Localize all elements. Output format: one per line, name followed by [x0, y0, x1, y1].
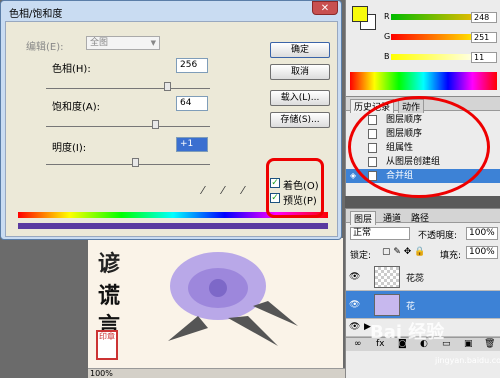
eyedropper-plus-icon[interactable]: ⁄	[222, 184, 224, 197]
opacity-label: 不透明度:	[418, 231, 458, 241]
color-spectrum[interactable]	[350, 72, 497, 90]
color-panel: R 248 G 251 B 11	[345, 0, 500, 96]
zoom-level[interactable]: 100%	[90, 369, 113, 378]
status-bar: 100%	[88, 368, 345, 378]
r-slider[interactable]	[391, 14, 483, 20]
saturation-slider-track[interactable]	[46, 126, 210, 127]
photoshop-window: 谚 谎 言 印章 100% 色相/饱和度 ✕ 编辑(E): 全图 ▼ 色相(H)…	[0, 0, 500, 378]
layer-name: 花蕊	[406, 274, 425, 284]
r-label: R	[384, 12, 390, 21]
red-seal: 印章	[96, 330, 118, 360]
edit-label: 编辑(E):	[26, 42, 64, 53]
layer-row-selected[interactable]: 👁 花	[346, 291, 500, 319]
save-button[interactable]: 存储(S)...	[270, 112, 330, 128]
g-label: G	[384, 32, 391, 41]
hue-result-bar	[18, 223, 328, 229]
eye-icon[interactable]: 👁	[349, 272, 360, 282]
dialog-title: 色相/饱和度	[9, 9, 63, 20]
flower-stamen	[209, 279, 227, 297]
lightness-label: 明度(I):	[52, 143, 87, 154]
new-layer-icon[interactable]: ▣	[464, 339, 473, 349]
red-annotation-box	[266, 158, 324, 218]
lightness-slider-track[interactable]	[46, 164, 210, 165]
foreground-color-swatch-front	[352, 6, 368, 22]
lock-icons[interactable]: ▢ ✎ ✥ 🔒	[382, 247, 425, 257]
r-value[interactable]: 248	[471, 12, 497, 23]
edit-select[interactable]: 全图 ▼	[86, 36, 160, 50]
lock-label: 锁定:	[350, 251, 372, 261]
opacity-input[interactable]: 100%	[466, 227, 498, 240]
edit-select-value: 全图	[90, 38, 109, 48]
peony-image	[168, 252, 298, 346]
layer-name: 花	[406, 302, 416, 312]
lightness-input[interactable]: +1	[176, 137, 208, 152]
eyedropper-icon[interactable]: ⁄	[202, 184, 204, 197]
hue-slider-track[interactable]	[46, 88, 210, 89]
canvas-char-1: 谎	[98, 283, 121, 309]
watermark-url: jingyan.baidu.com	[435, 356, 500, 365]
tab-layers[interactable]: 图层	[350, 211, 377, 225]
hue-input[interactable]: 256	[176, 58, 208, 73]
saturation-slider-thumb[interactable]	[152, 120, 159, 129]
layer-thumbnail	[374, 266, 400, 288]
fill-input[interactable]: 100%	[466, 246, 498, 259]
trash-icon[interactable]: 🗑	[484, 339, 495, 349]
eye-icon[interactable]: 👁	[349, 322, 360, 332]
g-value[interactable]: 251	[471, 32, 497, 43]
saturation-label: 饱和度(A):	[52, 102, 101, 113]
ok-button[interactable]: 确定	[270, 42, 330, 58]
layers-panel: 图层 通道 路径 正常 不透明度: 100% 锁定: ▢ ✎ ✥ 🔒 填充: 1…	[345, 208, 500, 378]
g-slider[interactable]	[391, 34, 483, 40]
saturation-input[interactable]: 64	[176, 96, 208, 111]
red-annotation-ellipse	[348, 96, 490, 198]
hue-slider-thumb[interactable]	[164, 82, 171, 91]
b-slider[interactable]	[391, 54, 483, 60]
eyedropper-minus-icon[interactable]: ⁄	[242, 184, 244, 197]
history-state-icon: ◈	[350, 171, 357, 180]
eye-icon[interactable]: 👁	[349, 300, 360, 310]
lightness-slider-thumb[interactable]	[132, 158, 139, 167]
hue-label: 色相(H):	[52, 64, 91, 75]
link-icon[interactable]: ∞	[354, 339, 362, 349]
b-label: B	[384, 52, 390, 61]
chevron-down-icon: ▼	[150, 39, 156, 47]
close-button[interactable]: ✕	[312, 1, 338, 15]
fill-label: 填充:	[440, 251, 462, 261]
cancel-button[interactable]: 取消	[270, 64, 330, 80]
tab-channels[interactable]: 通道	[380, 211, 404, 224]
layer-thumbnail	[374, 294, 400, 316]
watermark-logo: Bai 经验	[370, 322, 445, 343]
b-value[interactable]: 11	[471, 52, 497, 63]
blend-mode-select[interactable]: 正常	[350, 227, 410, 240]
load-button[interactable]: 载入(L)...	[270, 90, 330, 106]
canvas-char-top: 谚	[98, 251, 121, 277]
document-canvas[interactable]: 谚 谎 言 印章	[88, 238, 343, 368]
tab-paths[interactable]: 路径	[408, 211, 432, 224]
layers-tabs: 图层 通道 路径	[346, 209, 500, 225]
layer-row[interactable]: 👁 花蕊	[346, 263, 500, 291]
